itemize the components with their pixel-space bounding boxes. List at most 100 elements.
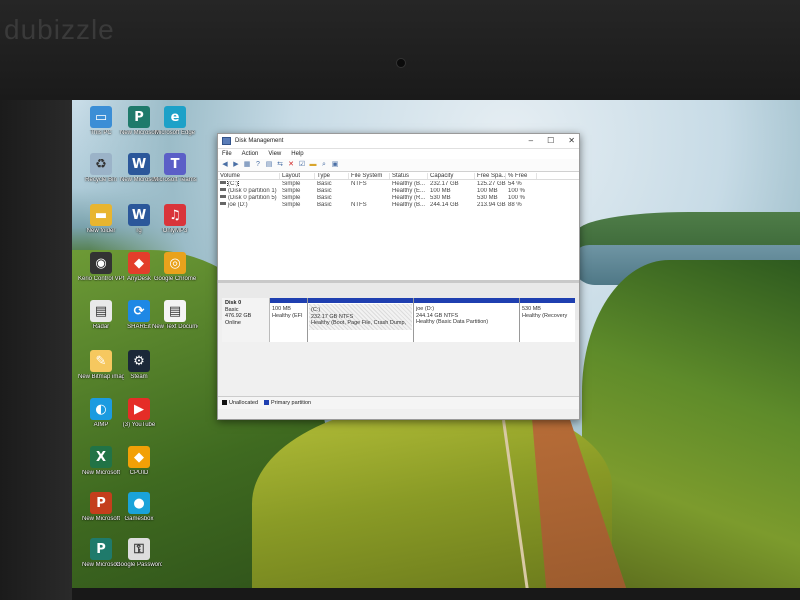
partition-status: Healthy (Recovery bbox=[522, 312, 568, 319]
steam-icon: ⚙ bbox=[128, 350, 150, 372]
partition-status: Healthy (Boot, Page File, Crash Dump, bbox=[311, 320, 407, 326]
volume-icon bbox=[220, 195, 226, 199]
desktop-icon[interactable]: ◆ CPUID bbox=[116, 446, 162, 477]
table-row[interactable]: (Disk 0 partition 1) Simple Basic Healthy (… bbox=[218, 187, 579, 194]
watermark: dubizzle bbox=[4, 14, 115, 45]
partition-status: Healthy (EFI bbox=[272, 312, 303, 319]
desktop-icon-label: Microsoft Teams bbox=[153, 177, 197, 183]
desktop-icon-label: CPUID bbox=[129, 470, 149, 476]
menu-action[interactable]: Action bbox=[242, 151, 259, 157]
paint-icon: ✎ bbox=[90, 350, 112, 372]
partition-d[interactable]: joe (D:) 244.14 GB NTFS Healthy (Basic D… bbox=[414, 298, 520, 342]
desktop-icon[interactable]: ⚙ Steam bbox=[116, 350, 162, 381]
table-cell: (Disk 0 partition 5) bbox=[218, 195, 280, 201]
menu-bar: File Action View Help bbox=[218, 149, 579, 159]
table-cell: joe (D:) bbox=[218, 202, 280, 208]
desktop-icon-label: OnlyMP3 bbox=[162, 228, 188, 234]
table-row[interactable]: (C:) Simple Basic NTFS Healthy (B... 232.17 G… bbox=[218, 180, 579, 187]
monitor-bezel-top bbox=[0, 0, 800, 100]
shareit-icon: ⟳ bbox=[128, 300, 150, 322]
connect-icon[interactable]: ⇆ bbox=[276, 161, 284, 169]
volume-table: Volume Layout Type File System Status Ca… bbox=[218, 172, 579, 283]
delete-icon[interactable]: ✕ bbox=[287, 161, 295, 169]
disk-state: Online bbox=[225, 319, 241, 326]
maximize-button[interactable]: ☐ bbox=[547, 136, 554, 145]
wallpaper-hill bbox=[582, 260, 800, 588]
back-icon[interactable]: ◀ bbox=[221, 161, 229, 169]
menu-file[interactable]: File bbox=[222, 151, 232, 157]
disk-management-window[interactable]: Disk Management – ☐ ✕ File Action View H… bbox=[217, 133, 580, 420]
table-cell: Simple bbox=[282, 187, 301, 194]
table-row[interactable]: joe (D:) Simple Basic NTFS Healthy (B... 244.… bbox=[218, 201, 579, 208]
table-cell: Simple bbox=[282, 201, 301, 208]
check-icon[interactable]: ☑ bbox=[298, 161, 306, 169]
volume-icon bbox=[220, 202, 226, 206]
table-cell: 530 MB bbox=[430, 194, 451, 201]
table-cell: Healthy (B... bbox=[392, 201, 426, 208]
table-cell: Basic bbox=[317, 194, 332, 201]
table-cell: 530 MB bbox=[477, 194, 498, 201]
desktop-icon-label: Gamesbox bbox=[124, 516, 154, 522]
column-header[interactable]: Capacity bbox=[428, 172, 475, 179]
table-cell: Basic bbox=[317, 187, 332, 194]
recycle-bin-icon: ♻ bbox=[90, 153, 112, 175]
view-icon[interactable]: ▣ bbox=[331, 161, 339, 169]
column-header[interactable]: Volume bbox=[218, 172, 280, 179]
monitor-bezel-left bbox=[0, 100, 72, 600]
table-cell: 100 % bbox=[508, 194, 526, 201]
table-row[interactable]: (Disk 0 partition 5) Simple Basic Healthy (… bbox=[218, 194, 579, 201]
desktop-icon-label: Google Password bbox=[116, 562, 162, 568]
vpn-icon: ◉ bbox=[90, 252, 112, 274]
desktop-icon[interactable]: ● Gamesbox bbox=[116, 492, 162, 523]
legend-primary: Primary partition bbox=[264, 400, 311, 406]
desktop-icon[interactable]: ♫ OnlyMP3 bbox=[152, 204, 198, 235]
window-title: Disk Management bbox=[235, 138, 284, 144]
desktop-icon-label: (3) YouTube bbox=[122, 422, 156, 428]
column-header[interactable]: Layout bbox=[280, 172, 315, 179]
legend-bar: Unallocated Primary partition bbox=[218, 396, 579, 409]
table-cell: Healthy (B... bbox=[392, 180, 426, 187]
table-cell: Simple bbox=[282, 194, 301, 201]
list-icon[interactable]: ▤ bbox=[265, 161, 273, 169]
chrome-icon: ◎ bbox=[164, 252, 186, 274]
help-icon[interactable]: ? bbox=[254, 161, 262, 169]
desktop-icon[interactable]: ▶ (3) YouTube bbox=[116, 398, 162, 429]
partition-recovery[interactable]: 530 MB Healthy (Recovery bbox=[520, 298, 575, 342]
table-cell: (Disk 0 partition 1) bbox=[218, 188, 280, 194]
column-header[interactable]: File System bbox=[349, 172, 390, 179]
legend: Unallocated Primary partition bbox=[222, 400, 311, 406]
table-cell: Simple bbox=[282, 180, 301, 187]
partition-efi[interactable]: 100 MB Healthy (EFI bbox=[270, 298, 308, 342]
table-cell: NTFS bbox=[351, 180, 367, 187]
title-bar[interactable]: Disk Management – ☐ ✕ bbox=[218, 134, 579, 149]
table-cell: Healthy (R... bbox=[392, 194, 426, 201]
desktop-icon[interactable]: ▤ New Text Document bbox=[152, 300, 198, 331]
legend-unallocated: Unallocated bbox=[222, 400, 258, 406]
close-button[interactable]: ✕ bbox=[568, 136, 575, 145]
column-header[interactable]: % Free bbox=[506, 172, 537, 179]
desktop-icon[interactable]: T Microsoft Teams bbox=[152, 153, 198, 184]
partition-c[interactable]: (C:) 232.17 GB NTFS Healthy (Boot, Page … bbox=[308, 298, 414, 342]
minimize-button[interactable]: – bbox=[529, 136, 533, 145]
column-header[interactable]: Type bbox=[315, 172, 349, 179]
column-header[interactable]: Status bbox=[390, 172, 428, 179]
table-cell: 88 % bbox=[508, 201, 522, 208]
column-header[interactable]: Free Spa... bbox=[475, 172, 506, 179]
publisher-icon: P bbox=[90, 538, 112, 560]
table-cell: 213.94 GB bbox=[477, 201, 506, 208]
search-icon[interactable]: ⌕ bbox=[320, 161, 328, 169]
youtube-icon: ▶ bbox=[128, 398, 150, 420]
desktop-icon[interactable]: ◎ Google Chrome bbox=[152, 252, 198, 283]
forward-icon[interactable]: ▶ bbox=[232, 161, 240, 169]
menu-view[interactable]: View bbox=[268, 151, 281, 157]
folder-icon[interactable]: ▬ bbox=[309, 161, 317, 169]
desktop-icon[interactable]: ⚿ Google Password bbox=[116, 538, 162, 569]
desktop-icon[interactable]: e Microsoft Edge bbox=[152, 106, 198, 137]
powerpoint-icon: P bbox=[90, 492, 112, 514]
folder-icon: ▬ bbox=[90, 204, 112, 226]
menu-help[interactable]: Help bbox=[291, 151, 303, 157]
partition-bar bbox=[308, 298, 413, 303]
table-cell: 54 % bbox=[508, 180, 522, 187]
disk-info[interactable]: Disk 0 Basic 476.92 GB Online bbox=[222, 298, 270, 342]
properties-icon[interactable]: ▦ bbox=[243, 161, 251, 169]
